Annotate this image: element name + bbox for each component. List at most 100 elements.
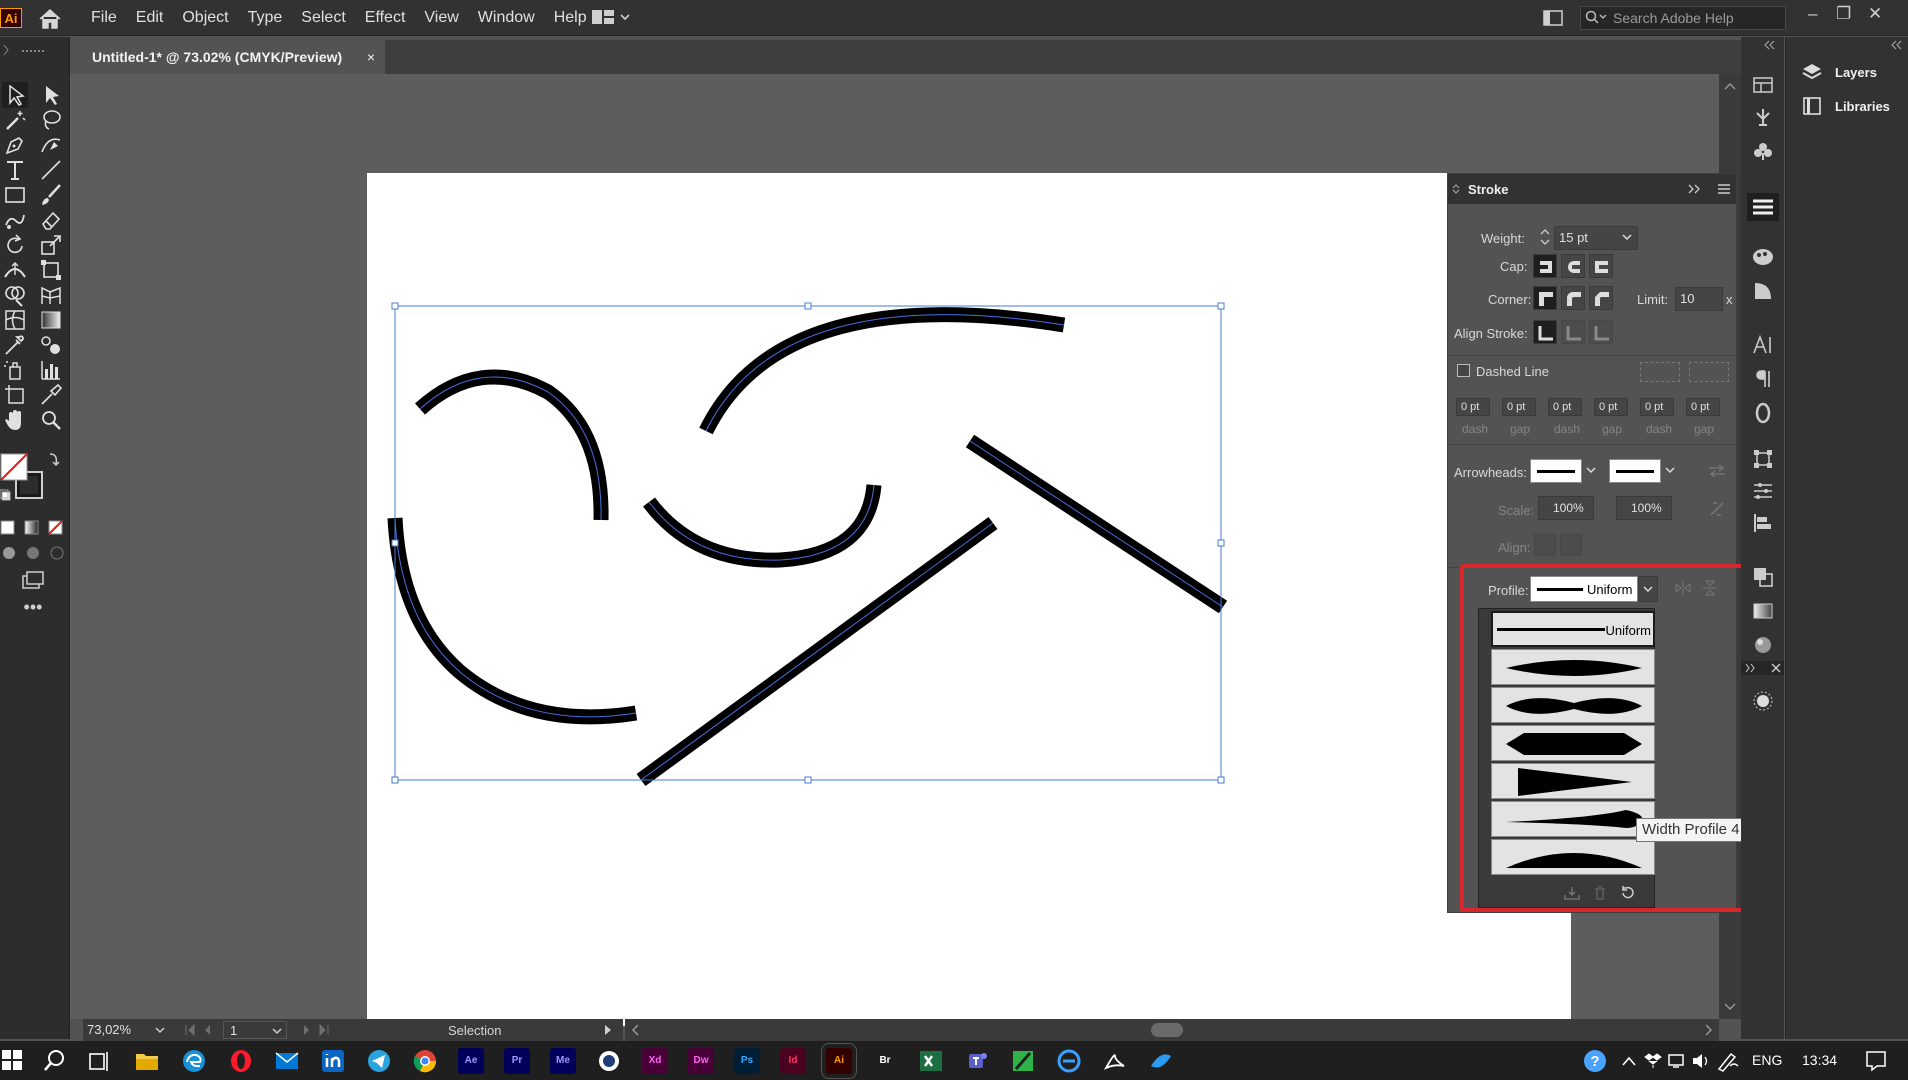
photoshop-taskbar-icon[interactable]: Ps xyxy=(734,1048,760,1074)
browser-e-icon[interactable] xyxy=(1056,1048,1082,1074)
excel-icon[interactable] xyxy=(918,1048,944,1074)
appearance-icon[interactable] xyxy=(1751,633,1775,657)
reset-profiles-icon[interactable] xyxy=(1619,885,1637,901)
flip-across-icon[interactable] xyxy=(1700,579,1720,597)
link-scale-icon[interactable] xyxy=(1707,499,1727,519)
weight-dropdown-icon[interactable] xyxy=(1620,233,1634,243)
arrow-extend-beyond-button[interactable] xyxy=(1534,534,1556,556)
profile-option-width-profile-3[interactable] xyxy=(1491,725,1655,761)
mail-icon[interactable] xyxy=(274,1048,300,1074)
opentype-icon[interactable] xyxy=(1751,401,1775,425)
dashed-line-checkbox[interactable] xyxy=(1457,364,1470,377)
linkedin-icon[interactable] xyxy=(320,1048,346,1074)
profile-dropdown-button[interactable] xyxy=(1638,576,1658,602)
arrow-place-at-end-button[interactable] xyxy=(1560,534,1582,556)
horizontal-scrollbar[interactable] xyxy=(625,1019,1719,1041)
pathfinder-icon[interactable] xyxy=(1751,565,1775,589)
language-indicator[interactable]: ENG xyxy=(1752,1041,1782,1080)
add-to-profiles-icon[interactable] xyxy=(1563,885,1581,901)
dash-field-3[interactable]: 0 pt xyxy=(1640,398,1674,416)
align-icon[interactable] xyxy=(1751,511,1775,535)
profile-option-width-profile-1[interactable] xyxy=(1491,649,1655,685)
bevel-join-button[interactable] xyxy=(1589,286,1613,310)
symbols-icon[interactable] xyxy=(1751,139,1775,163)
scroll-down-icon[interactable] xyxy=(1719,999,1741,1013)
artboard-nav-first-prev-icon[interactable] xyxy=(180,1019,220,1041)
telegram-icon[interactable] xyxy=(366,1048,392,1074)
dropbox-icon[interactable] xyxy=(1644,1053,1662,1069)
artboard-nav-next-last-icon[interactable] xyxy=(296,1019,336,1041)
clock[interactable]: 13:34 xyxy=(1802,1041,1837,1080)
start-arrowhead-select[interactable] xyxy=(1530,459,1582,483)
scroll-thumb[interactable] xyxy=(1151,1023,1183,1037)
dash-align-corners-button[interactable] xyxy=(1689,362,1729,382)
projecting-cap-button[interactable] xyxy=(1589,254,1613,278)
delete-profile-icon[interactable] xyxy=(1591,885,1609,901)
task-view-icon[interactable] xyxy=(88,1049,112,1073)
volume-icon[interactable] xyxy=(1692,1053,1710,1069)
file-explorer-icon[interactable] xyxy=(134,1048,160,1074)
flip-along-icon[interactable] xyxy=(1673,579,1693,597)
acrobat-icon[interactable] xyxy=(1102,1048,1128,1074)
chevron-down-icon[interactable] xyxy=(155,1026,165,1034)
chrome-icon[interactable] xyxy=(412,1048,438,1074)
round-cap-button[interactable] xyxy=(1561,254,1585,278)
notification-icon[interactable] xyxy=(1865,1050,1887,1072)
gap-field-3[interactable]: 0 pt xyxy=(1686,398,1720,416)
bridge-taskbar-icon[interactable]: Br xyxy=(872,1048,898,1074)
profile-option-width-profile-2[interactable] xyxy=(1491,687,1655,723)
align-stroke-center-button[interactable] xyxy=(1533,320,1557,344)
transform-icon[interactable] xyxy=(1751,447,1775,471)
pen-input-icon[interactable] xyxy=(1716,1050,1740,1072)
help-tray-icon[interactable]: ? xyxy=(1582,1048,1608,1074)
end-scale-input[interactable]: 100% xyxy=(1616,496,1672,520)
libraries-panel-tab[interactable]: Libraries xyxy=(1801,95,1890,117)
profile-select[interactable]: Uniform xyxy=(1530,576,1638,602)
chevron-up-icon[interactable] xyxy=(1621,1055,1637,1067)
layers-panel-tab[interactable]: Layers xyxy=(1801,61,1877,83)
swap-arrowheads-icon[interactable] xyxy=(1707,463,1727,479)
cinema-4d-icon[interactable] xyxy=(596,1048,622,1074)
app-swirl-icon[interactable] xyxy=(1148,1048,1174,1074)
panel-collapse-arrows-icon[interactable] xyxy=(1452,183,1460,195)
image-trace-icon[interactable] xyxy=(1751,689,1775,713)
properties-icon[interactable] xyxy=(1751,73,1775,97)
dock-collapse-icon[interactable] xyxy=(1741,39,1784,51)
scroll-left-icon[interactable] xyxy=(629,1019,643,1041)
stroke-panel-header[interactable]: Stroke xyxy=(1448,174,1736,204)
panel-menu-icon[interactable] xyxy=(1717,183,1731,195)
chevron-down-icon[interactable] xyxy=(1663,466,1677,476)
dash-field-1[interactable]: 0 pt xyxy=(1456,398,1490,416)
stroke-panel-icon[interactable] xyxy=(1747,193,1779,221)
artboard-number-field[interactable]: 1 xyxy=(223,1021,287,1039)
sheets-icon[interactable] xyxy=(1010,1048,1036,1074)
status-menu-arrow-icon[interactable] xyxy=(603,1024,613,1036)
puppet-warp-icon[interactable] xyxy=(1751,105,1775,129)
profile-option-width-profile-4[interactable] xyxy=(1491,763,1655,799)
end-arrowhead-select[interactable] xyxy=(1609,459,1661,483)
dock-collapse-icon[interactable] xyxy=(1786,39,1908,51)
start-scale-input[interactable]: 100% xyxy=(1538,496,1594,520)
expand-panel-icon[interactable] xyxy=(1745,663,1757,673)
align-stroke-inside-button[interactable] xyxy=(1561,320,1585,344)
chevron-down-icon[interactable] xyxy=(1584,466,1598,476)
gap-field-2[interactable]: 0 pt xyxy=(1594,398,1628,416)
expand-panel-icon[interactable] xyxy=(1688,183,1702,195)
scroll-up-icon[interactable] xyxy=(1719,80,1741,94)
weight-stepper-icon[interactable] xyxy=(1538,226,1552,248)
zoom-field[interactable]: 73,02% xyxy=(87,1021,171,1039)
illustrator-taskbar-icon[interactable]: Ai xyxy=(821,1043,857,1079)
opera-icon[interactable] xyxy=(228,1048,254,1074)
profile-option-uniform[interactable]: Uniform xyxy=(1491,611,1655,647)
gap-field-1[interactable]: 0 pt xyxy=(1502,398,1536,416)
network-icon[interactable] xyxy=(1668,1053,1686,1069)
after-effects-taskbar-icon[interactable]: Ae xyxy=(458,1048,484,1074)
dreamweaver-taskbar-icon[interactable]: Dw xyxy=(688,1048,714,1074)
media-encoder-taskbar-icon[interactable]: Me xyxy=(550,1048,576,1074)
butt-cap-button[interactable] xyxy=(1533,254,1557,278)
dash-preserve-button[interactable] xyxy=(1640,362,1680,382)
miter-join-button[interactable] xyxy=(1533,286,1557,310)
color-guide-icon[interactable] xyxy=(1751,245,1775,269)
search-icon[interactable] xyxy=(43,1049,67,1073)
windows-start-icon[interactable] xyxy=(2,1050,24,1072)
